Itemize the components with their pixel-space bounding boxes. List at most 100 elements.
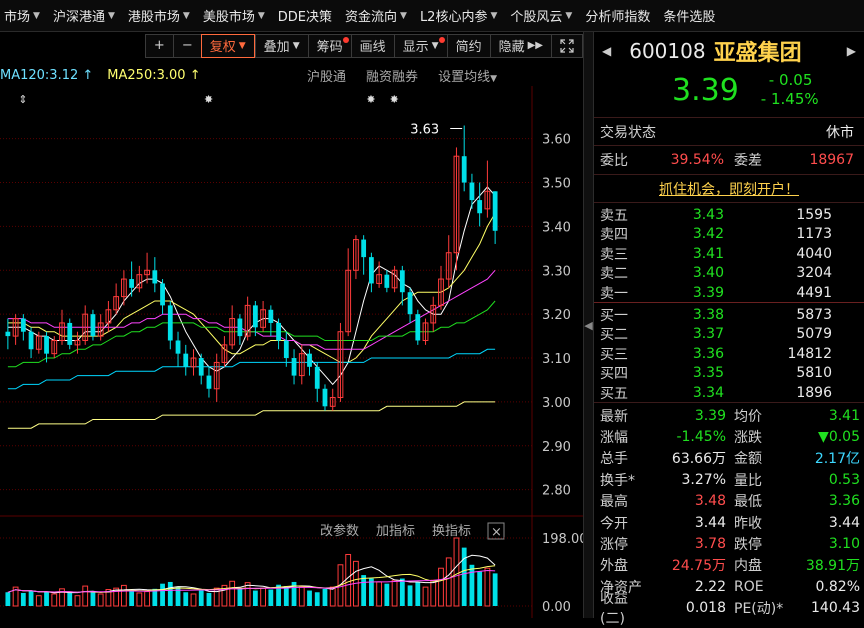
hugutong-link[interactable]: 沪股通 xyxy=(307,66,346,85)
volume-bar xyxy=(260,587,266,607)
panel-collapse-handle[interactable]: ◀ xyxy=(583,32,594,618)
bids-price: 3.35 xyxy=(692,365,724,381)
candle-body xyxy=(477,200,483,214)
menu-item-3[interactable]: 美股市场 ▼ xyxy=(199,6,274,25)
weicha-value: 18967 xyxy=(809,151,854,168)
candle-body xyxy=(307,353,312,367)
asks-price: 3.39 xyxy=(692,284,724,301)
trade-status-label: 交易状态 xyxy=(600,124,656,141)
menu-item-0[interactable]: 市场 ▼ xyxy=(0,6,49,25)
volume-bar xyxy=(307,590,312,606)
stat-value: -1.45% xyxy=(676,428,726,445)
stat-label: 涨停 xyxy=(600,536,628,553)
candle-body xyxy=(283,340,289,359)
bids-level-4[interactable]: 买四 3.35 5810 xyxy=(594,364,864,383)
stat-label: 内盘 xyxy=(734,558,762,575)
notification-dot-icon xyxy=(342,36,349,43)
menu-item-1[interactable]: 沪深港通 ▼ xyxy=(49,6,124,25)
chevron-right-icon[interactable]: ▶ xyxy=(847,44,864,58)
menu-item-5[interactable]: 资金流向 ▼ xyxy=(341,6,416,25)
volume-bar xyxy=(120,584,127,607)
y-tick-label: 3.40 xyxy=(542,220,571,235)
weibi-value: 39.54% xyxy=(670,151,724,168)
menu-item-2[interactable]: 港股市场 ▼ xyxy=(124,6,199,25)
stat-value: 3.41 xyxy=(828,407,860,424)
kline-chart-area[interactable]: 3.60 3.50 3.40 3.30 3.20 3.10 3.00 2.90 2.80 改参数 加… xyxy=(0,86,588,618)
volume-bar xyxy=(438,567,444,607)
asks-level-2[interactable]: 卖四 3.42 1173 xyxy=(594,225,864,244)
asks-level-1[interactable]: 卖五 3.43 1595 xyxy=(594,205,864,224)
ma120-line xyxy=(7,348,496,390)
volume-bar xyxy=(492,573,498,606)
event-marker-icon[interactable]: ✸ xyxy=(366,93,375,106)
menu-label: 美股市场 xyxy=(202,10,255,25)
menu-item-9[interactable]: 条件选股 xyxy=(659,6,724,25)
yincang-button[interactable]: 隐藏 ▶▶ xyxy=(489,33,551,58)
menu-item-8[interactable]: 分析师指数 xyxy=(581,6,659,25)
volume-bar xyxy=(82,585,89,607)
volume-bar xyxy=(28,590,34,606)
asks-level-5[interactable]: 卖一 3.39 4491 xyxy=(594,283,864,302)
stat-value: 140.43 xyxy=(811,600,860,617)
menu-item-7[interactable]: 个股风云 ▼ xyxy=(506,6,581,25)
event-marker-icon[interactable]: ✸ xyxy=(204,93,213,106)
indicator-link-gaicanshu[interactable]: 改参数 xyxy=(320,523,359,539)
bids-level-3[interactable]: 买三 3.36 14812 xyxy=(594,344,864,363)
quote-panel: ◀ 600108 亚盛集团 ▶ 3.39 - 0.05 - 1.45% 交易状态… xyxy=(594,32,864,627)
volume-tick-label: 198.00 xyxy=(542,532,583,547)
asks-vol: 1595 xyxy=(796,206,832,223)
zoom-out-button[interactable]: − xyxy=(172,33,201,58)
shezhi-junxian-link[interactable]: 设置均线▼ xyxy=(438,66,497,85)
candle-body xyxy=(129,279,135,288)
chouma-button[interactable]: 筹码 xyxy=(307,33,351,58)
candle-body xyxy=(407,292,413,315)
bids-price: 3.36 xyxy=(692,345,724,362)
stat-value: 3.44 xyxy=(694,514,726,531)
asks-name: 卖五 xyxy=(600,207,628,224)
diejia-dropdown[interactable]: 叠加 ▼ xyxy=(254,33,308,58)
bids-level-5[interactable]: 买五 3.34 1896 xyxy=(594,383,864,402)
volume-bar xyxy=(368,578,374,606)
chevron-left-icon[interactable]: ◀ xyxy=(594,44,611,58)
fuquan-dropdown[interactable]: 复权 ▼ xyxy=(200,33,255,58)
volume-bar xyxy=(298,586,305,607)
current-price: 3.39 xyxy=(672,72,739,108)
stat-label: 涨跌 xyxy=(734,429,762,446)
volume-ma-line xyxy=(7,554,496,594)
volume-bar xyxy=(329,586,336,607)
volume-bar xyxy=(461,547,467,606)
asks-level-3[interactable]: 卖三 3.41 4040 xyxy=(594,244,864,263)
huaxian-button[interactable]: 画线 xyxy=(350,33,394,58)
menu-label: 市场 xyxy=(4,10,31,25)
xianshi-dropdown[interactable]: 显示 ▼ xyxy=(393,33,447,58)
high-price-label: 3.63 xyxy=(410,122,439,137)
ma20-line xyxy=(7,269,496,350)
chevron-down-icon: ▼ xyxy=(490,73,497,84)
bids-level-2[interactable]: 买二 3.37 5079 xyxy=(594,325,864,344)
volume-bar xyxy=(361,575,367,606)
event-marker-icon[interactable]: ⇕ xyxy=(18,93,27,106)
price-change: - 0.05 xyxy=(768,71,813,89)
candle-body xyxy=(90,314,96,337)
open-account-link[interactable]: 抓住机会，即刻开户！ xyxy=(659,179,799,199)
rongzi-link[interactable]: 融资融券 xyxy=(366,66,418,85)
stat-value: 3.48 xyxy=(694,493,726,510)
chart-toolbar: + − 复权 ▼ 叠加 ▼ 筹码 画线 显示 ▼ 简约 隐藏 ▶▶ xyxy=(0,32,583,59)
zoom-in-button[interactable]: + xyxy=(144,33,173,58)
event-marker-icon[interactable]: ✸ xyxy=(390,93,399,106)
trade-status-value: 休市 xyxy=(826,124,854,141)
candle-body xyxy=(384,274,390,288)
menu-item-4[interactable]: DDE决策 xyxy=(274,6,341,25)
ma5-line xyxy=(7,186,496,386)
fullscreen-button[interactable] xyxy=(551,33,583,58)
bids-level-1[interactable]: 买一 3.38 5873 xyxy=(594,305,864,324)
menu-item-6[interactable]: L2核心内参 ▼ xyxy=(416,6,506,25)
menu-label: 港股市场 xyxy=(127,10,180,25)
ma120-label: MA120:3.12 ↑ xyxy=(0,68,93,83)
candle-body xyxy=(314,366,320,389)
jianyue-button[interactable]: 简约 xyxy=(446,33,490,58)
volume-bar xyxy=(167,581,173,606)
indicator-link-huanzhibiao[interactable]: 换指标 xyxy=(432,524,471,539)
asks-level-4[interactable]: 卖二 3.40 3204 xyxy=(594,264,864,283)
indicator-link-jiazhibiao[interactable]: 加指标 xyxy=(376,524,415,539)
